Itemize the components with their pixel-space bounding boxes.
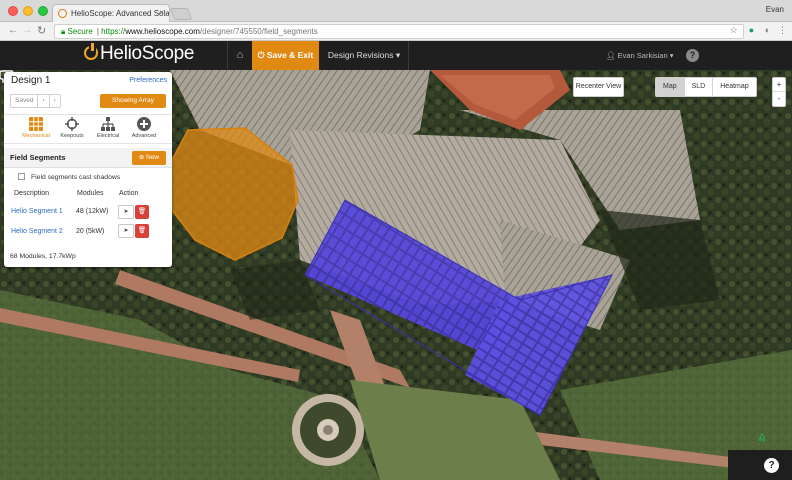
- menu-icon[interactable]: ⋮: [777, 25, 788, 36]
- helioscope-logo[interactable]: HelioScope: [84, 43, 194, 68]
- tab-mechanical[interactable]: Mechanical: [18, 117, 54, 143]
- showing-array-button[interactable]: Showing Array: [100, 94, 166, 108]
- column-modules: Modules: [77, 190, 104, 197]
- cast-shadows-label: Field segments cast shadows: [31, 174, 121, 181]
- undo-button[interactable]: ‹: [38, 95, 50, 107]
- tab-close-button[interactable]: ×: [159, 8, 164, 17]
- reload-icon[interactable]: ↻: [37, 24, 46, 37]
- back-icon[interactable]: ←: [8, 25, 18, 36]
- design-tool-tabs: Mechanical Keepouts Electrical Advanced: [4, 114, 172, 144]
- maximize-window-button[interactable]: [38, 6, 48, 16]
- logo-text: HelioScope: [100, 43, 195, 64]
- save-status-group: Saved ‹ ›: [10, 94, 61, 108]
- field-segments-header: Field Segments ⊕ New: [4, 148, 172, 168]
- cast-shadows-checkbox[interactable]: [18, 173, 25, 180]
- crosshair-icon: [65, 117, 79, 131]
- user-menu[interactable]: 👤︎ Evan Sarkisian ▾: [606, 41, 676, 70]
- url-scheme: https://: [101, 27, 126, 36]
- secure-label: Secure: [67, 27, 93, 36]
- home-button[interactable]: ⌂: [228, 41, 252, 70]
- new-field-segment-button[interactable]: ⊕ New: [132, 151, 166, 165]
- url-host: www.helioscope.com: [125, 27, 200, 36]
- lock-icon: 🔒︎: [61, 27, 66, 36]
- header-divider: [408, 41, 409, 70]
- app-header: HelioScope ⌂ ⏻ Save & Exit Design Revisi…: [0, 41, 792, 70]
- locate-segment-button[interactable]: ➤: [118, 224, 134, 238]
- trash-icon: 🗑︎: [137, 208, 147, 215]
- zoom-in-button[interactable]: +: [773, 78, 785, 92]
- caret-down-icon: ▾: [395, 50, 401, 60]
- caret-down-icon: ▾: [669, 51, 674, 60]
- tab-electrical-label: Electrical: [96, 133, 120, 139]
- tab-title: HelioScope: Advanced Solar D: [71, 9, 170, 18]
- user-icon: 👤︎: [606, 51, 618, 60]
- view-mode-sld[interactable]: SLD: [685, 78, 714, 96]
- tab-mechanical-label: Mechanical: [22, 133, 50, 139]
- star-icon[interactable]: ☆: [728, 25, 739, 36]
- locate-arrow-icon: ➤: [123, 209, 129, 215]
- locate-arrow-icon: ➤: [123, 228, 129, 234]
- close-window-button[interactable]: [8, 6, 18, 16]
- field-segment-modules: 20 (5kW): [76, 228, 105, 235]
- zoom-out-button[interactable]: -: [773, 92, 785, 106]
- design-title: Design 1: [11, 75, 51, 86]
- cast-shadows-option[interactable]: Field segments cast shadows: [18, 173, 120, 181]
- browser-tab[interactable]: HelioScope: Advanced Solar D ×: [52, 4, 170, 22]
- tab-keepouts-label: Keepouts: [60, 133, 84, 139]
- design-revisions-dropdown[interactable]: Design Revisions ▾: [320, 41, 408, 70]
- forward-icon[interactable]: →: [22, 25, 32, 36]
- recenter-view-button[interactable]: Recenter View: [573, 77, 624, 97]
- address-bar[interactable]: 🔒︎ Secure | https://www.helioscope.com/de…: [54, 24, 744, 39]
- save-exit-button[interactable]: ⏻ Save & Exit: [252, 41, 319, 70]
- design-revisions-label: Design Revisions: [327, 50, 394, 60]
- tab-electrical[interactable]: Electrical: [90, 117, 126, 143]
- north-label: N: [759, 438, 765, 444]
- redo-button[interactable]: ›: [50, 95, 60, 107]
- trash-icon: 🗑︎: [137, 227, 147, 234]
- new-tab-button[interactable]: [169, 8, 193, 20]
- tab-advanced[interactable]: Advanced: [126, 117, 162, 143]
- zoom-control: + -: [772, 77, 786, 107]
- view-mode-toggle: Map SLD Heatmap: [655, 77, 757, 97]
- saved-status: Saved: [11, 95, 39, 107]
- column-description: Description: [14, 190, 50, 197]
- support-widget: [728, 450, 792, 480]
- locate-segment-button[interactable]: ➤: [118, 205, 134, 219]
- extension-icon[interactable]: ●: [746, 25, 757, 36]
- array-summary: 68 Modules, 17.7kWp: [10, 253, 76, 260]
- field-segments-title: Field Segments: [10, 153, 66, 162]
- helioscope-favicon-icon: [58, 9, 67, 18]
- browser-profile-name[interactable]: Evan: [766, 5, 784, 14]
- north-arrow: ⋀ N: [756, 432, 768, 448]
- help-button[interactable]: ?: [686, 49, 699, 62]
- field-segment-modules: 48 (12kW): [76, 208, 109, 215]
- user-name: Evan Sarkisian: [617, 51, 668, 60]
- save-exit-label: Save & Exit: [266, 50, 314, 60]
- plus-circle-icon: [137, 117, 151, 131]
- support-help-button[interactable]: ?: [764, 458, 779, 473]
- field-segment-link[interactable]: Helio Segment 1: [11, 208, 63, 215]
- hierarchy-icon: [101, 117, 115, 131]
- url-path: /designer/745550/field_segments: [199, 27, 318, 36]
- browser-toolbar: ← → ↻ 🔒︎ Secure | https://www.helioscope.…: [0, 22, 792, 41]
- new-label: New: [146, 154, 160, 161]
- home-icon: ⌂: [236, 49, 244, 61]
- column-action: Action: [119, 190, 139, 197]
- view-mode-heatmap[interactable]: Heatmap: [713, 78, 755, 96]
- tab-keepouts[interactable]: Keepouts: [54, 117, 90, 143]
- delete-segment-button[interactable]: 🗑︎: [135, 205, 149, 219]
- browser-titlebar: HelioScope: Advanced Solar D × Evan: [0, 0, 792, 22]
- profile-extension-icon[interactable]: ◐: [762, 25, 773, 36]
- delete-segment-button[interactable]: 🗑︎: [135, 224, 149, 238]
- minimize-window-button[interactable]: [23, 6, 33, 16]
- grid-icon: [29, 117, 43, 131]
- view-mode-map[interactable]: Map: [656, 78, 685, 96]
- power-logo-icon: [84, 43, 98, 60]
- tab-advanced-label: Advanced: [131, 133, 157, 139]
- field-segment-link[interactable]: Helio Segment 2: [11, 228, 63, 235]
- preferences-link[interactable]: Preferences: [129, 77, 167, 84]
- design-panel: Design 1 Preferences Saved ‹ › Showing A…: [4, 72, 172, 267]
- power-icon: ⏻: [257, 50, 267, 60]
